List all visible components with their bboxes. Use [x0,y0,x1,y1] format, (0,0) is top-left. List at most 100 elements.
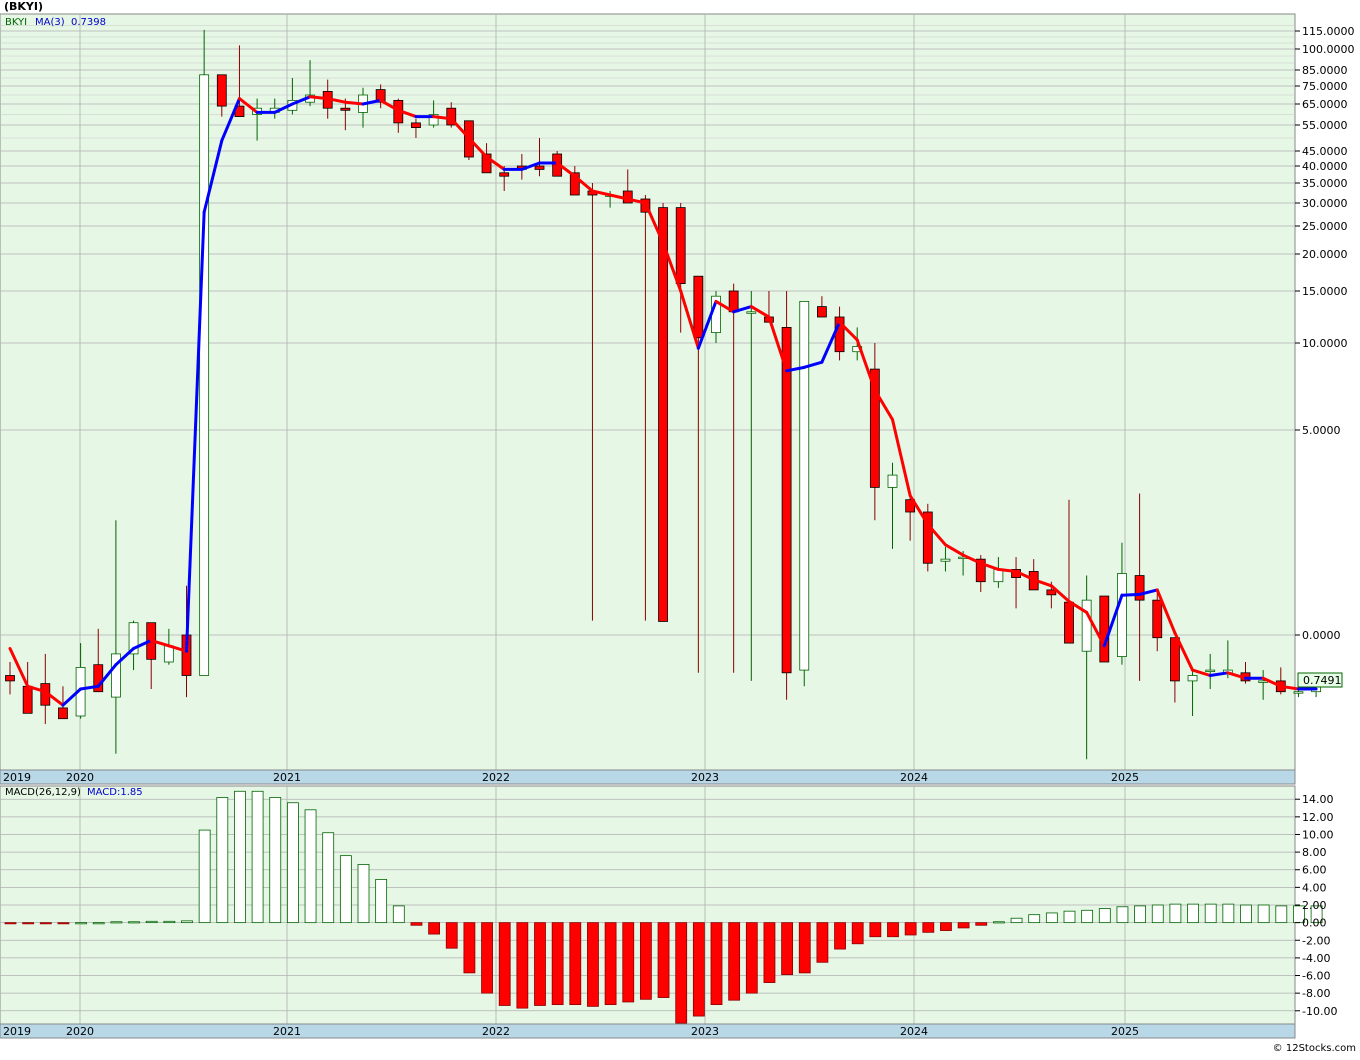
year-label: 2021 [273,1025,301,1038]
macd-bar-negative [692,922,705,1017]
macd-tick-label: -6.00 [1302,970,1330,983]
ma-label: MA(3) [35,17,65,28]
macd-bar-positive [181,920,193,924]
macd-bar-negative [869,922,882,938]
macd-bar-positive [1240,904,1252,924]
macd-bar-negative [975,922,988,926]
ma-segment [308,95,330,101]
price-timeline-bar [0,769,1296,785]
macd-bar-positive [1028,914,1041,924]
candle-down [1046,589,1057,596]
candle-down [534,165,545,170]
macd-bar-positive [1222,903,1235,924]
ma-segment [432,115,453,121]
macd-bar-negative [534,922,546,1006]
macd-bar-positive [145,920,158,924]
candle-up [746,311,757,314]
candle-down [340,107,351,111]
candle-up [1187,675,1198,682]
macd-bar-negative [445,922,458,949]
macd-bar-negative [834,922,846,950]
macd-tick-label: -2.00 [1302,934,1330,947]
macd-bar-negative [39,922,52,925]
year-label: 2025 [1111,771,1139,784]
macd-bar-positive [234,790,246,924]
macd-timeline-bar [0,1023,1296,1039]
macd-bar-positive [392,905,405,924]
macd-tick-label: 6.00 [1302,864,1327,877]
macd-bar-positive [304,809,317,924]
year-label: 2023 [691,1025,719,1038]
macd-bar-negative [551,922,564,1006]
price-tick-label: 115.0000 [1302,25,1355,38]
macd-value: MACD:1.85 [87,787,143,798]
candle-down [1152,599,1163,639]
macd-bar-negative [745,922,758,994]
year-label: 2020 [66,1025,94,1038]
price-tick-label: 0.0000 [1302,629,1341,642]
macd-bar-positive [1257,904,1270,924]
macd-bar-negative [22,922,35,925]
year-label: 2022 [482,771,510,784]
macd-bar-positive [322,832,335,924]
macd-bar-positive [1151,904,1164,924]
price-tick-label: 100.0000 [1302,43,1355,56]
candle-up [940,558,951,562]
price-tick-label: 30.0000 [1302,197,1348,210]
price-tick-label: 40.0000 [1302,160,1348,173]
macd-label: MACD(26,12,9) [5,787,81,798]
macd-bar-negative [675,922,688,1024]
macd-bar-negative [428,922,441,935]
macd-tick-label: -8.00 [1302,987,1330,1000]
macd-tick-label: 4.00 [1302,881,1327,894]
year-label: 2021 [273,771,301,784]
candle-up [799,300,810,671]
macd-tick-label: -4.00 [1302,952,1330,965]
macd-bar-negative [657,922,670,998]
copyright-text: © 12Stocks.com [1273,1043,1356,1054]
macd-bar-negative [940,922,952,931]
macd-bar-positive [286,802,299,924]
candle-down [781,326,792,674]
macd-bar-positive [163,920,176,924]
macd-bar-positive [1098,908,1111,924]
macd-bar-negative [640,922,652,1000]
year-label: 2024 [900,771,928,784]
price-tick-label: 55.0000 [1302,119,1348,132]
macd-bar-positive [1275,905,1288,924]
macd-bar-negative [622,922,635,1003]
candle-down [1064,601,1074,644]
macd-bar-positive [92,922,105,925]
candle-down [1170,637,1180,682]
candle-down [658,207,668,622]
macd-bar-positive [1045,912,1058,924]
macd-bar-negative [728,922,741,1001]
macd-bar-negative [4,922,17,925]
macd-bar-positive [216,797,229,924]
candle-down [216,74,227,107]
last-price-value: 0.7491 [1303,674,1342,687]
price-tick-label: 75.0000 [1302,80,1348,93]
macd-bar-positive [128,921,140,924]
macd-bar-negative [710,922,723,1006]
macd-bar-negative [957,922,970,929]
price-tick-label: 35.0000 [1302,177,1348,190]
macd-bar-positive [339,855,352,924]
candle-down [1134,575,1145,601]
macd-bar-positive [1134,905,1146,924]
macd-bar-positive [375,879,388,924]
macd-bar-negative [463,922,476,974]
macd-bar-positive [357,864,370,924]
macd-bar-negative [481,922,493,994]
macd-bar-positive [1204,903,1217,924]
macd-bar-negative [569,922,582,1006]
chart-canvas: 115.0000 100.0000 85.0000 75.0000 65.0000 55.… [0,0,1360,1056]
candle-down [817,306,827,318]
candle-down [22,685,33,714]
candle-down [411,122,421,129]
macd-bar-positive [1169,903,1182,924]
candle-down [693,275,704,339]
ma-segment [343,100,365,106]
macd-bar-positive [198,829,211,924]
year-label: 2024 [900,1025,928,1038]
